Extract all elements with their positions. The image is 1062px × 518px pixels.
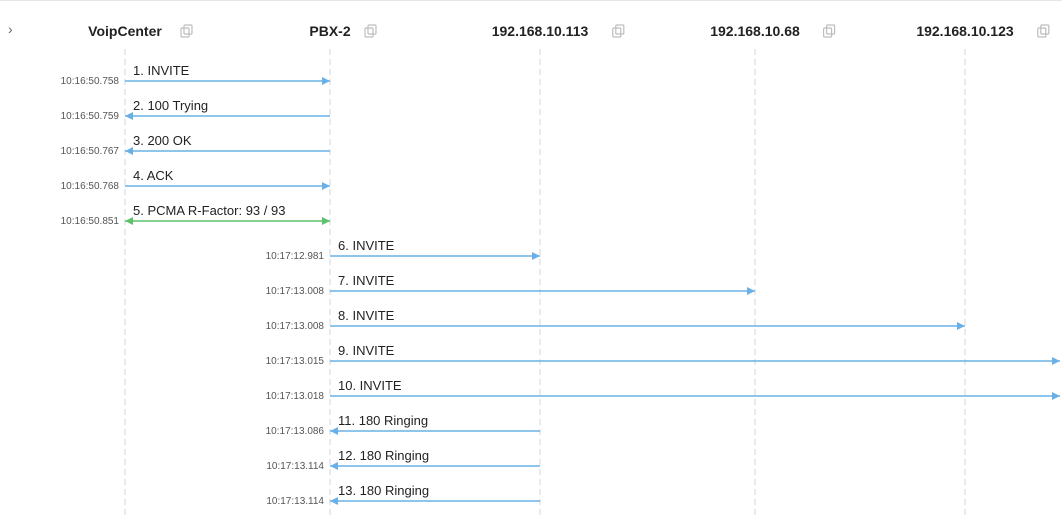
message-label: 10. INVITE [338,378,402,393]
message-row[interactable]: 1. INVITE 10:16:50.758 [61,63,330,87]
timestamp-label: 10:17:13.086 [266,426,325,437]
copy-icon[interactable] [365,25,376,37]
message-label: 5. PCMA R-Factor: 93 / 93 [133,203,285,218]
message-label: 11. 180 Ringing [338,413,428,428]
timestamp-label: 10:16:50.767 [61,146,120,157]
message-row[interactable]: 13. 180 Ringing 10:17:13.114 [266,483,540,507]
lane-header: VoipCenter [88,23,162,39]
message-row[interactable]: 4. ACK 10:16:50.768 [61,168,330,192]
sequence-diagram: › VoipCenterPBX-2192.168.10.113192.168.1… [0,0,1062,518]
lane-header: 192.168.10.113 [492,23,589,39]
copy-icon[interactable] [824,25,835,37]
timestamp-label: 10:17:13.114 [266,496,324,507]
message-row[interactable]: 9. INVITE 10:17:13.015 [266,343,1060,367]
message-row[interactable]: 10. INVITE 10:17:13.018 [266,378,1060,402]
timestamp-label: 10:17:13.015 [266,356,325,367]
message-label: 13. 180 Ringing [338,483,429,498]
timestamp-label: 10:17:12.981 [266,251,325,262]
copy-icon[interactable] [1038,25,1049,37]
message-row[interactable]: 7. INVITE 10:17:13.008 [266,273,755,297]
message-label: 7. INVITE [338,273,395,288]
timestamp-label: 10:17:13.018 [266,391,325,402]
message-label: 12. 180 Ringing [338,448,429,463]
message-row[interactable]: 8. INVITE 10:17:13.008 [266,308,965,332]
copy-icon[interactable] [181,25,192,37]
message-label: 9. INVITE [338,343,395,358]
message-label: 8. INVITE [338,308,395,323]
lane-header: 192.168.10.68 [710,23,800,39]
lane-header: 192.168.10.123 [916,23,1014,39]
message-label: 1. INVITE [133,63,190,78]
message-label: 2. 100 Trying [133,98,208,113]
timestamp-label: 10:17:13.008 [266,321,325,332]
timestamp-label: 10:16:50.768 [61,181,120,192]
message-label: 4. ACK [133,168,174,183]
copy-icon[interactable] [613,25,624,37]
message-row[interactable]: 2. 100 Trying 10:16:50.759 [61,98,330,122]
message-row[interactable]: 3. 200 OK 10:16:50.767 [61,133,330,157]
timestamp-label: 10:16:50.851 [61,216,120,227]
timestamp-label: 10:17:13.114 [266,461,324,472]
timestamp-label: 10:17:13.008 [266,286,325,297]
message-label: 3. 200 OK [133,133,192,148]
message-row[interactable]: 6. INVITE 10:17:12.981 [266,238,540,262]
message-row[interactable]: 5. PCMA R-Factor: 93 / 93 10:16:50.851 [61,203,330,227]
message-row[interactable]: 12. 180 Ringing 10:17:13.114 [266,448,540,472]
lane-header: PBX-2 [309,23,350,39]
message-row[interactable]: 11. 180 Ringing 10:17:13.086 [266,413,540,437]
message-label: 6. INVITE [338,238,395,253]
timestamp-label: 10:16:50.759 [61,111,120,122]
diagram-canvas: VoipCenter PBX-2 192.168.10.113 192.168.10.… [0,1,1062,518]
timestamp-label: 10:16:50.758 [61,76,120,87]
